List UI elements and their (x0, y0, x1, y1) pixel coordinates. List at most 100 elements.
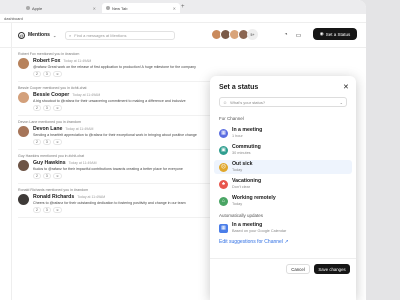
house-icon: ⌂ (219, 196, 228, 206)
mention-note: Ronald Richards mentioned you in #random (18, 188, 89, 192)
add-reaction-icon[interactable]: ☺ (52, 139, 63, 145)
add-reaction-icon[interactable]: ☺ (52, 173, 63, 179)
author-name: Devon Lane (33, 126, 63, 132)
search-icon: ⌕ (69, 33, 72, 38)
set-status-modal: Set a status ✕ ☺ What's your status? ⌄ F… (210, 76, 356, 300)
palm-tree-icon: ♣ (219, 179, 228, 189)
message-row[interactable]: Robert Fox Today at 11:49AM @rafanz Great… (18, 58, 218, 82)
message-text: @rafanz Great work on the release of fir… (33, 65, 196, 69)
close-icon[interactable]: ✕ (343, 83, 349, 91)
newtab-favicon-icon (106, 6, 110, 10)
save-changes-button[interactable]: Save changes (314, 264, 350, 274)
at-icon: @ (18, 31, 25, 39)
status-option-vacation[interactable]: ♣ Vacationing Don't clear (214, 177, 352, 191)
page-title: Mentions (28, 32, 50, 38)
option-detail: 30 minutes (232, 150, 251, 155)
reaction-chip[interactable]: 2 (33, 207, 41, 213)
sick-face-icon: ☹ (219, 162, 228, 172)
add-reaction-icon[interactable]: ☺ (52, 207, 63, 213)
chevron-down-icon: ⌄ (339, 99, 343, 105)
edit-suggestions-link[interactable]: Edit suggestions for Channel ↗ (219, 239, 289, 245)
tab-label: New Tab (112, 5, 128, 11)
author-name: Robert Fox (33, 58, 61, 64)
option-label: In a meeting (232, 127, 263, 134)
status-option-sick[interactable]: ☹ Out sick Today (214, 160, 352, 174)
message-row[interactable]: Devon Lane Today at 11:49AM Sending a hea… (18, 126, 218, 150)
status-input[interactable]: ☺ What's your status? ⌄ (219, 97, 347, 107)
browser-tab-apple[interactable]: Apple ✕ (22, 3, 100, 13)
modal-title: Set a status (219, 84, 259, 91)
status-option-remote[interactable]: ⌂ Working remotely Today (214, 194, 352, 208)
reaction-chip[interactable]: 3 (42, 139, 51, 145)
section-label-auto: Automatically updates (219, 213, 264, 218)
mention-note: Bessie Cooper mentioned you in #chit-cha… (18, 86, 87, 90)
reaction-chip[interactable]: 3 (42, 105, 51, 111)
member-avatars[interactable]: 5+ (211, 29, 258, 40)
avatar (18, 126, 29, 137)
reaction-chip[interactable]: 2 (33, 105, 41, 111)
reaction-chip[interactable]: 2 (33, 173, 41, 179)
mention-item: Guy Hawkins mentioned you in #chit-chat … (18, 154, 218, 184)
reaction-chip[interactable]: 2 (33, 139, 41, 145)
chevron-down-icon: ⌄ (52, 32, 57, 38)
mention-item: Robert Fox mentioned you in #random Robe… (18, 52, 218, 82)
option-detail: Today (232, 201, 243, 206)
message-text: Cheers to @rafanz for their outstanding … (33, 201, 186, 205)
message-row[interactable]: Guy Hawkins Today at 11:49AM Kudos to @ra… (18, 160, 218, 184)
search-input[interactable]: ⌕ Find a messages at Mentions (65, 31, 175, 40)
message-row[interactable]: Bessie Cooper Today at 11:49AM A big shou… (18, 92, 218, 116)
reaction-chip[interactable]: 2 (33, 71, 41, 77)
reaction-chip[interactable]: 3 (42, 173, 51, 179)
section-label-channel: For Channel (219, 116, 244, 121)
mention-item: Bessie Cooper mentioned you in #chit-cha… (18, 86, 218, 116)
avatar (18, 58, 29, 69)
message-time: Today at 11:49AM (65, 127, 94, 131)
bell-icon[interactable]: ◔ (284, 32, 288, 39)
option-label: Commuting (232, 144, 261, 151)
bookmark-icon[interactable]: ▭ (296, 32, 302, 39)
mentions-feed: Robert Fox mentioned you in #random Robe… (18, 48, 218, 218)
message-row[interactable]: Ronald Richards Today at 11:49AM Cheers t… (18, 194, 218, 218)
mention-item: Ronald Richards mentioned you in #random… (18, 188, 218, 218)
apple-favicon-icon (26, 6, 30, 10)
avatar-count-badge: 5+ (247, 29, 258, 40)
browser-tabbar: Apple ✕ New Tab ✕ + (0, 0, 366, 14)
search-placeholder: Find a messages at Mentions (74, 33, 127, 38)
google-calendar-icon: ▦ (219, 223, 228, 233)
option-detail: Based on your Google Calendar (232, 228, 287, 233)
avatar (18, 194, 29, 205)
option-label: Out sick (232, 161, 253, 168)
set-status-label: Set a Status (325, 31, 351, 37)
message-time: Today at 11:49AM (68, 161, 97, 165)
address-bar[interactable]: dashboard (0, 14, 366, 23)
author-name: Guy Hawkins (33, 160, 66, 166)
add-reaction-icon[interactable]: ☺ (52, 105, 63, 111)
close-tab-icon[interactable]: ✕ (173, 6, 176, 11)
set-status-button[interactable]: ◉ Set a Status (313, 28, 357, 40)
status-icon: ◉ (319, 31, 324, 36)
status-option-auto-meeting[interactable]: ▦ In a meeting Based on your Google Calen… (214, 221, 352, 235)
new-tab-icon[interactable]: + (181, 4, 185, 10)
status-option-meeting[interactable]: ▦ In a meeting 1 hour (214, 126, 352, 140)
mention-item: Devon Lane mentioned you in #random Devo… (18, 120, 218, 150)
status-placeholder: What's your status? (230, 99, 266, 105)
option-detail: 1 hour (232, 133, 243, 138)
external-link-icon: ↗ (284, 239, 289, 245)
status-option-commuting[interactable]: ▣ Commuting 30 minutes (214, 143, 352, 157)
modal-footer-divider (210, 258, 356, 259)
reaction-chip[interactable]: 3 (42, 71, 51, 77)
top-bar: @ Mentions ⌄ ⌕ Find a messages at Mentio… (0, 23, 366, 48)
close-tab-icon[interactable]: ✕ (93, 6, 96, 11)
cancel-button[interactable]: Cancel (286, 264, 310, 274)
author-name: Bessie Cooper (33, 92, 70, 98)
channel-selector[interactable]: @ Mentions ⌄ (18, 31, 57, 39)
option-detail: Don't clear (232, 184, 251, 189)
smile-icon: ☺ (223, 99, 228, 105)
message-time: Today at 11:49AM (63, 59, 92, 63)
message-time: Today at 11:49AM (77, 195, 106, 199)
toolbar-icons: ◔ ▭ (284, 32, 301, 39)
app-window: Apple ✕ New Tab ✕ + dashboard @ Mentions… (0, 0, 366, 300)
reaction-chip[interactable]: 3 (42, 207, 51, 213)
add-reaction-icon[interactable]: ☺ (52, 71, 63, 77)
browser-tab-newtab[interactable]: New Tab ✕ (102, 3, 180, 13)
